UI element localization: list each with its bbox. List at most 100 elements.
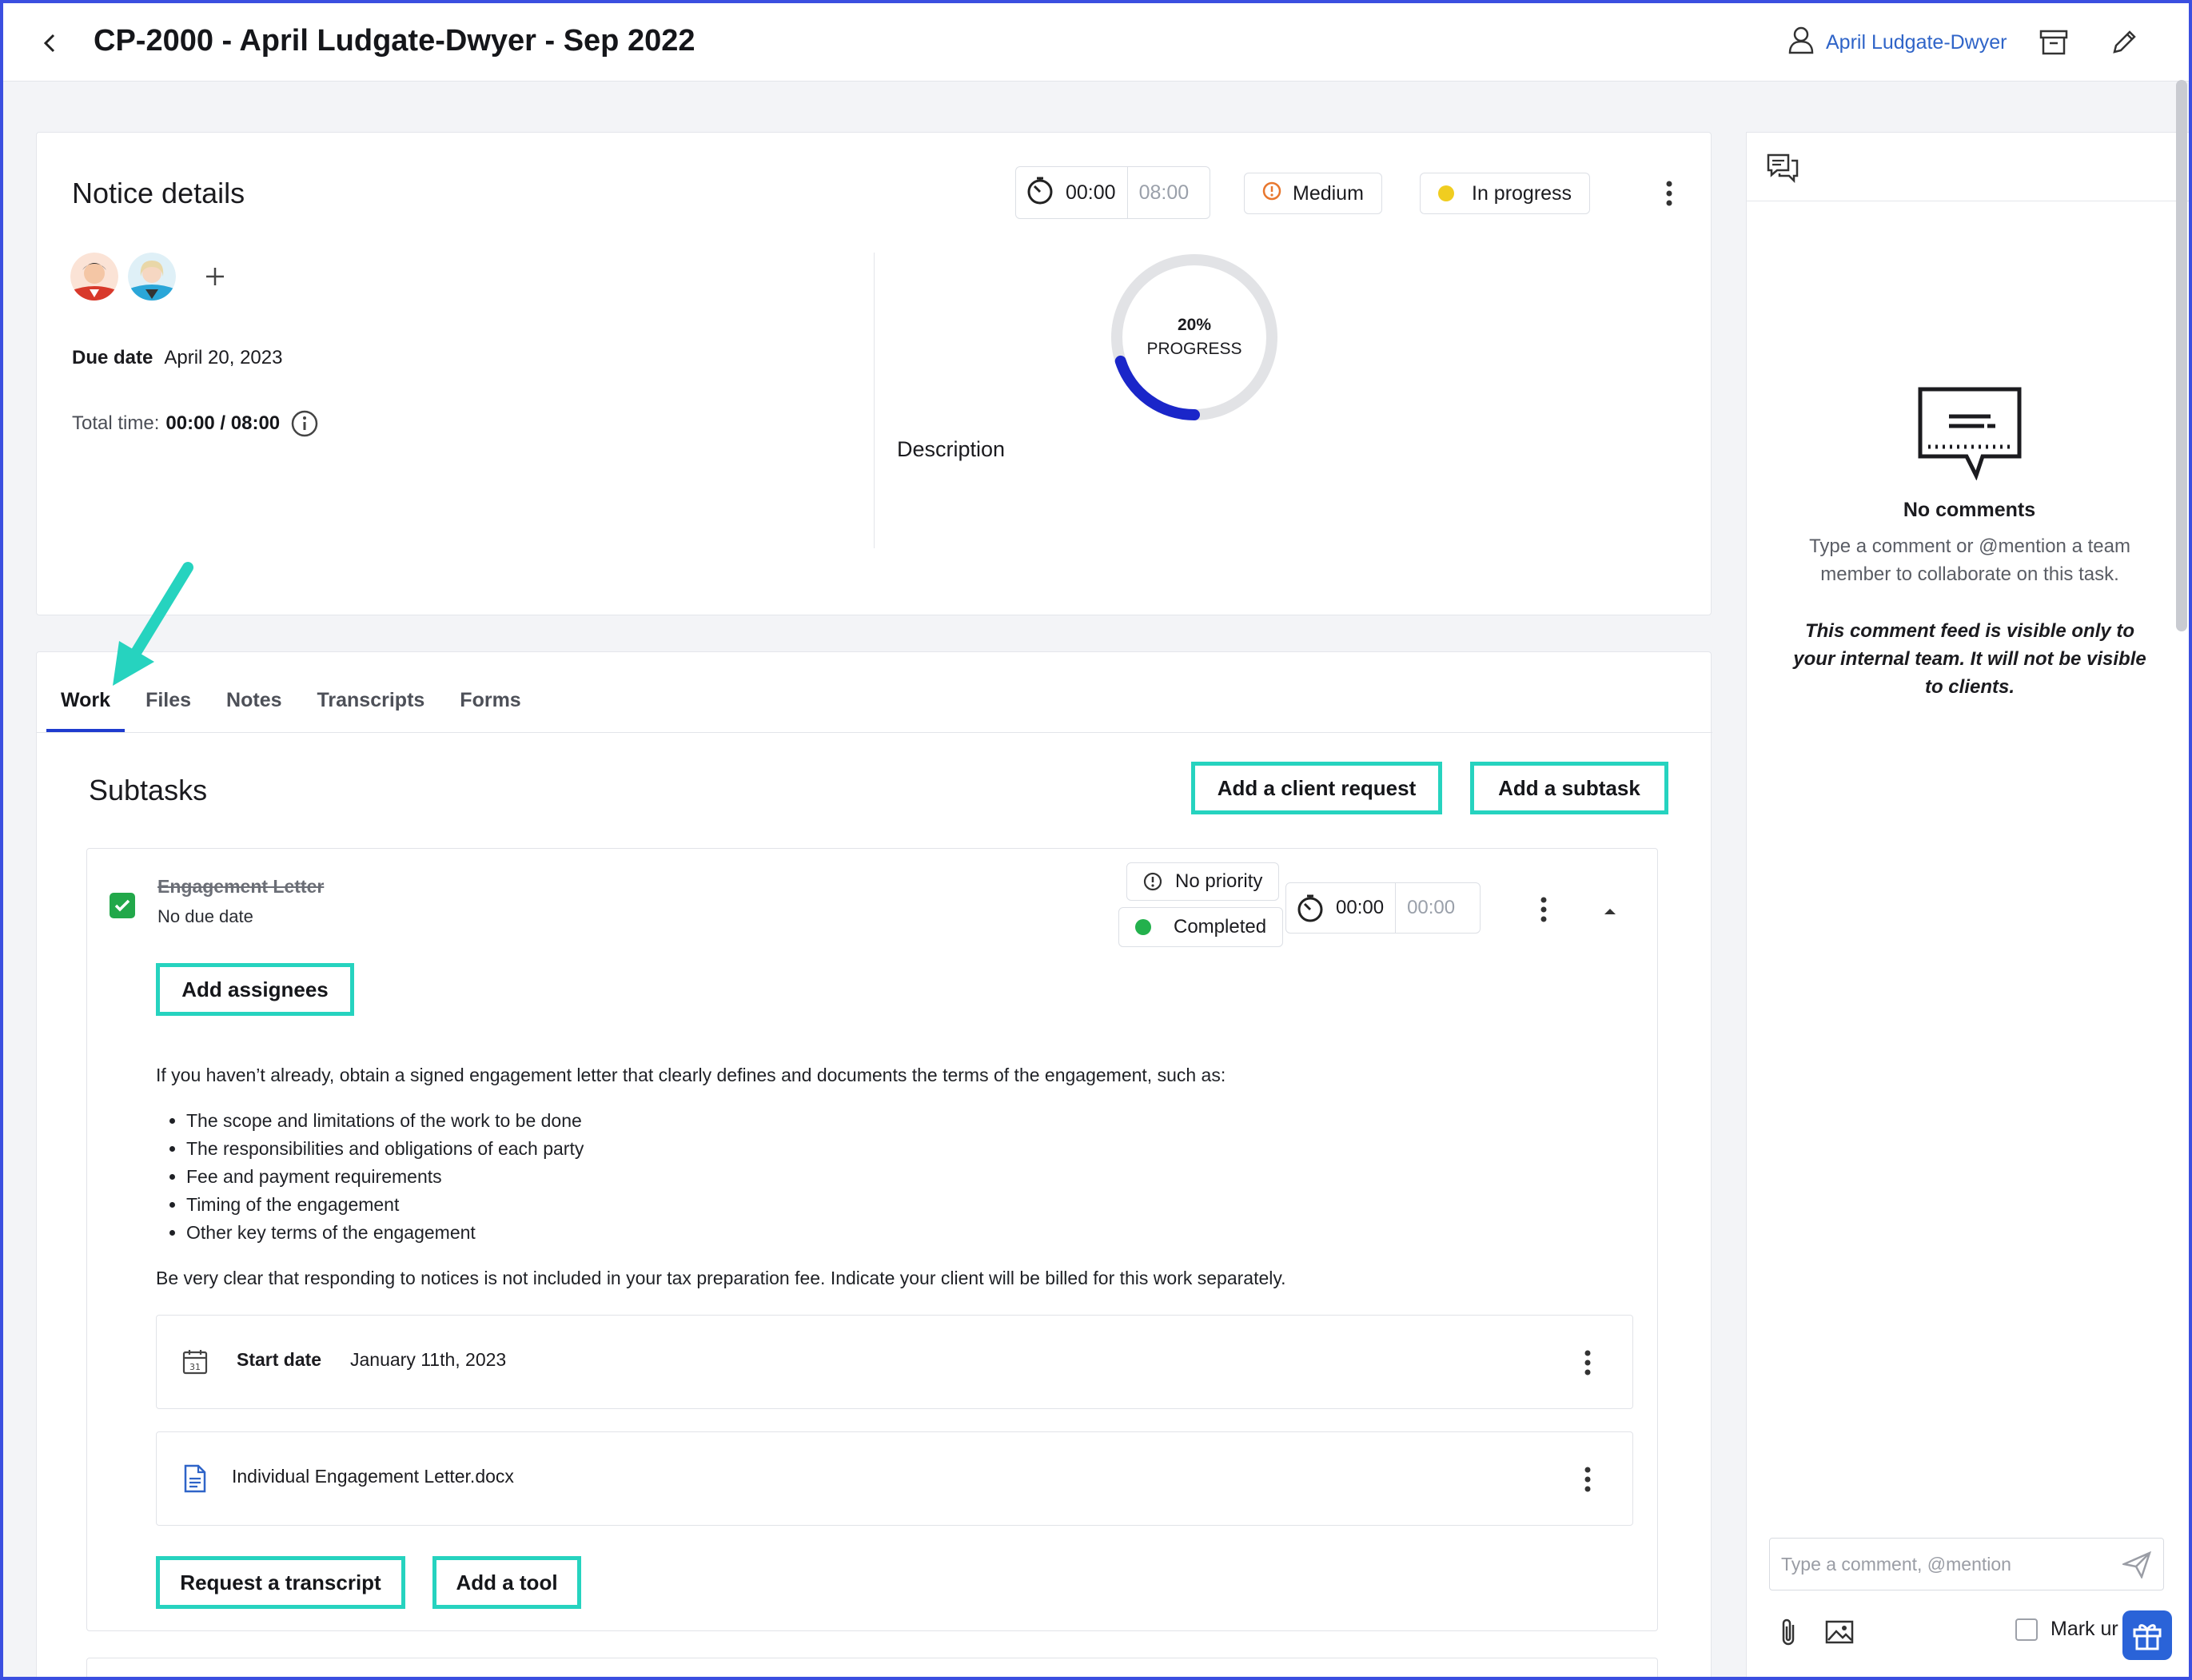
notice-details-card: Notice details 00:00 08:00 Medium In pro…: [36, 132, 1712, 615]
visibility-note: This comment feed is visible only to you…: [1793, 620, 2146, 698]
description-intro: If you haven’t already, obtain a signed …: [156, 1065, 1226, 1085]
mark-unread-label: Mark ur: [2051, 1618, 2118, 1640]
top-bar: CP-2000 - April Ludgate-Dwyer - Sep 2022…: [3, 3, 2189, 82]
subtask-timer-elapsed: 00:00: [1336, 897, 1385, 918]
timer-elapsed: 00:00: [1066, 181, 1116, 204]
timer-budget: 08:00: [1138, 181, 1190, 204]
tab-notes[interactable]: Notes: [226, 652, 281, 732]
more-vertical-icon[interactable]: [1572, 1343, 1604, 1383]
chat-bubbles-icon[interactable]: [1764, 150, 1801, 185]
avatar[interactable]: [70, 253, 118, 301]
subtask-status-label: Completed: [1174, 916, 1267, 938]
alert-circle-icon: [1143, 872, 1162, 891]
comment-input[interactable]: Type a comment, @mention: [1769, 1538, 2164, 1590]
description-outro: Be very clear that responding to notices…: [156, 1268, 1286, 1288]
start-date-row: 31 Start date January 11th, 2023: [156, 1315, 1633, 1409]
archive-icon[interactable]: [2037, 26, 2070, 59]
scrollbar[interactable]: [2176, 80, 2187, 631]
calendar-icon: 31: [181, 1348, 209, 1376]
progress-label: PROGRESS: [1146, 340, 1242, 358]
tab-work[interactable]: Work: [46, 652, 126, 733]
assignee-avatars: [70, 253, 233, 301]
subtask-due: No due date: [157, 906, 253, 926]
image-icon[interactable]: [1823, 1616, 1855, 1648]
file-name-link[interactable]: Individual Engagement Letter.docx: [232, 1466, 514, 1487]
info-icon[interactable]: [291, 410, 318, 437]
add-subtask-button[interactable]: Add a subtask: [1470, 762, 1668, 814]
notice-title: Notice details: [72, 177, 245, 209]
subtask-checkbox[interactable]: [110, 893, 135, 918]
divider: [874, 253, 875, 548]
work-card: Work Files Notes Transcripts Forms Subta…: [36, 651, 1712, 1680]
pencil-icon[interactable]: [2107, 26, 2141, 59]
avatar[interactable]: [128, 253, 176, 301]
next-subtask-card[interactable]: [86, 1658, 1658, 1680]
tab-files[interactable]: Files: [145, 652, 191, 732]
stopwatch-icon[interactable]: [1296, 893, 1325, 923]
due-date: Due date April 20, 2023: [72, 347, 282, 369]
status-pill[interactable]: In progress: [1420, 173, 1591, 214]
description-list: The scope and limitations of the work to…: [186, 1107, 1595, 1247]
list-item: Fee and payment requirements: [186, 1163, 1595, 1191]
client-name: April Ludgate-Dwyer: [1826, 31, 2007, 54]
subtask-priority-pill[interactable]: No priority: [1126, 862, 1280, 901]
alert-circle-icon: [1262, 181, 1281, 206]
subtask-priority-label: No priority: [1175, 870, 1263, 892]
tab-transcripts[interactable]: Transcripts: [317, 652, 425, 732]
more-vertical-icon[interactable]: [1572, 1459, 1604, 1499]
paperclip-icon[interactable]: [1772, 1616, 1804, 1648]
chevron-up-icon[interactable]: [1594, 895, 1626, 927]
subtask-name[interactable]: Engagement Letter: [157, 876, 324, 898]
stopwatch-icon[interactable]: [1026, 175, 1054, 211]
list-item: Timing of the engagement: [186, 1191, 1595, 1219]
request-transcript-button[interactable]: Request a transcript: [156, 1556, 405, 1609]
subtask-card: Engagement Letter No due date No priorit…: [86, 848, 1658, 1631]
subtasks-title: Subtasks: [89, 774, 208, 806]
status-label: In progress: [1472, 181, 1572, 205]
start-date-label: Start date: [237, 1349, 322, 1370]
add-assignee-icon[interactable]: [197, 258, 233, 295]
svg-text:31: 31: [189, 1362, 201, 1372]
more-vertical-icon[interactable]: [1528, 889, 1560, 930]
status-dot: [1135, 919, 1151, 935]
progress-ring: 20% PROGRESS: [1110, 253, 1279, 422]
empty-comments-icon: [1917, 386, 2023, 484]
gift-icon[interactable]: [2122, 1610, 2172, 1660]
timer-pill[interactable]: 00:00 08:00: [1015, 166, 1210, 219]
tab-forms[interactable]: Forms: [460, 652, 520, 732]
comment-input-placeholder: Type a comment, @mention: [1781, 1553, 2011, 1575]
due-date-value: April 20, 2023: [164, 347, 283, 368]
comments-header: [1747, 133, 2192, 201]
total-time: Total time: 00:00 / 08:00: [72, 410, 318, 437]
total-time-value: 00:00 / 08:00: [165, 412, 281, 434]
back-chevron-icon[interactable]: [35, 27, 64, 59]
tabs-divider: [37, 732, 1712, 733]
client-link[interactable]: April Ludgate-Dwyer: [1787, 26, 2007, 60]
progress-percent: 20%: [1177, 316, 1212, 334]
mark-unread-checkbox[interactable]: [2015, 1618, 2038, 1641]
comments-panel: No comments Type a comment or @mention a…: [1746, 132, 2192, 1680]
mark-unread-control: Mark ur: [2015, 1618, 2127, 1641]
subtask-description: If you haven’t already, obtain a signed …: [156, 1061, 1595, 1292]
priority-label: Medium: [1293, 181, 1364, 205]
subtask-timer-budget: 00:00: [1407, 897, 1456, 918]
list-item: The responsibilities and obligations of …: [186, 1135, 1595, 1163]
subtask-status-pill[interactable]: Completed: [1118, 907, 1284, 947]
send-icon[interactable]: [2122, 1550, 2152, 1580]
start-date-value[interactable]: January 11th, 2023: [350, 1349, 506, 1371]
user-icon: [1787, 26, 1815, 60]
page-title: CP-2000 - April Ludgate-Dwyer - Sep 2022: [94, 24, 695, 58]
description-label: Description: [897, 437, 1006, 461]
file-row: Individual Engagement Letter.docx: [156, 1431, 1633, 1526]
subtask-timer-pill[interactable]: 00:00 00:00: [1285, 882, 1481, 934]
list-item: The scope and limitations of the work to…: [186, 1107, 1595, 1135]
priority-pill[interactable]: Medium: [1244, 173, 1382, 214]
add-tool-button[interactable]: Add a tool: [432, 1556, 581, 1609]
list-item: Other key terms of the engagement: [186, 1219, 1595, 1247]
more-vertical-icon[interactable]: [1653, 173, 1685, 214]
add-client-request-button[interactable]: Add a client request: [1191, 762, 1442, 814]
add-assignees-button[interactable]: Add assignees: [156, 963, 354, 1016]
document-icon: [181, 1464, 209, 1493]
no-comments-title: No comments: [1903, 499, 2036, 521]
no-comments-subtitle: Type a comment or @mention a team member…: [1809, 535, 2130, 585]
